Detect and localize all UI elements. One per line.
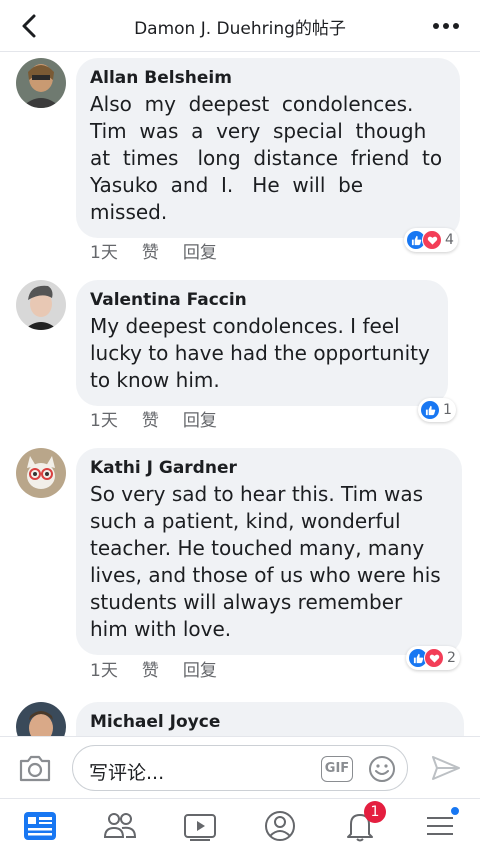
reply-button[interactable]: 回复 [183,661,217,681]
comment-author[interactable]: Michael Joyce [90,712,450,732]
comment-line: So very sad to hear this. Tim was [90,482,424,506]
chevron-left-icon[interactable] [16,12,44,40]
comment-line: students will always remember [90,590,403,614]
like-button[interactable]: 赞 [142,243,159,263]
comment-meta: 1天 赞 回复 [90,656,241,681]
news-feed-icon[interactable] [22,809,58,843]
reaction-count: 4 [445,232,454,248]
notifications-button[interactable]: 1 [342,801,386,843]
comment-line: him with love. [90,617,232,641]
avatar[interactable] [16,280,66,330]
top-bar: Damon J. Duehring的帖子 [0,0,480,52]
comment-time: 1天 [90,661,118,681]
comment-bubble: Allan Belsheim Also my deepest condolenc… [76,58,460,238]
comment-line: Yasuko and I. He will be [90,173,364,197]
love-reaction-icon [422,230,442,250]
friends-icon[interactable] [102,809,138,843]
like-button[interactable]: 赞 [142,411,159,431]
smiley-icon[interactable] [367,754,397,784]
menu-indicator-dot [450,806,460,816]
avatar[interactable] [16,702,66,736]
comment-line: such a patient, kind, wonderful [90,509,401,533]
love-reaction-icon [424,648,444,668]
reaction-summary[interactable]: 4 [404,228,458,252]
comment-meta: 1天 赞 回复 [90,406,241,431]
reply-button[interactable]: 回复 [183,243,217,263]
comment-bubble: Kathi J Gardner So very sad to hear this… [76,448,462,655]
comment-text: So very sad to hear this. Tim was such a… [90,481,448,643]
comment-line: Tim was a very special though [90,119,427,143]
menu-button[interactable] [422,806,460,843]
reaction-summary[interactable]: 1 [418,398,456,422]
comment-author[interactable]: Kathi J Gardner [90,458,448,478]
comment-line: My deepest condolences. I feel [90,314,400,338]
comment-line: missed. [90,200,168,224]
reply-button[interactable]: 回复 [183,411,217,431]
comment-text: My deepest condolences. I feel lucky to … [90,313,434,394]
page-title: Damon J. Duehring的帖子 [134,19,346,39]
comment-time: 1天 [90,411,118,431]
comment-list: Allan Belsheim Also my deepest condolenc… [0,52,480,736]
send-icon[interactable] [430,754,462,782]
comment-text: Also my deepest condolences. Tim was a v… [90,91,446,226]
comment-time: 1天 [90,243,118,263]
profile-icon[interactable] [262,809,298,843]
gif-button[interactable]: GIF [321,756,353,782]
comment-composer: 写评论... GIF [0,736,480,798]
notification-badge: 1 [364,801,386,823]
comment-meta: 1天 赞 回复 [90,238,241,263]
like-button[interactable]: 赞 [142,661,159,681]
comment-line: lucky to have had the opportunity [90,341,430,365]
comment-input-placeholder: 写评论... [89,762,165,784]
avatar[interactable] [16,58,66,108]
comment-author[interactable]: Valentina Faccin [90,290,434,310]
comment-input[interactable]: 写评论... GIF [72,745,408,791]
bottom-nav: 1 [0,798,480,853]
like-reaction-icon [420,400,440,420]
avatar[interactable] [16,448,66,498]
comment-bubble: Michael Joyce [76,702,464,736]
comment-line: at times long distance friend to [90,146,443,170]
comment-line: Also my deepest condolences. [90,92,414,116]
more-horizontal-icon[interactable] [430,12,462,40]
comment-line: to know him. [90,368,220,392]
reaction-count: 2 [447,650,456,666]
comment-bubble: Valentina Faccin My deepest condolences.… [76,280,448,406]
reaction-count: 1 [443,402,452,418]
watch-icon[interactable] [182,809,218,843]
comment-author[interactable]: Allan Belsheim [90,68,446,88]
comment-line: teacher. He touched many, many [90,536,425,560]
comment-line: lives, and those of us who were his [90,563,441,587]
reaction-summary[interactable]: 2 [406,646,460,670]
camera-icon[interactable] [18,753,52,783]
